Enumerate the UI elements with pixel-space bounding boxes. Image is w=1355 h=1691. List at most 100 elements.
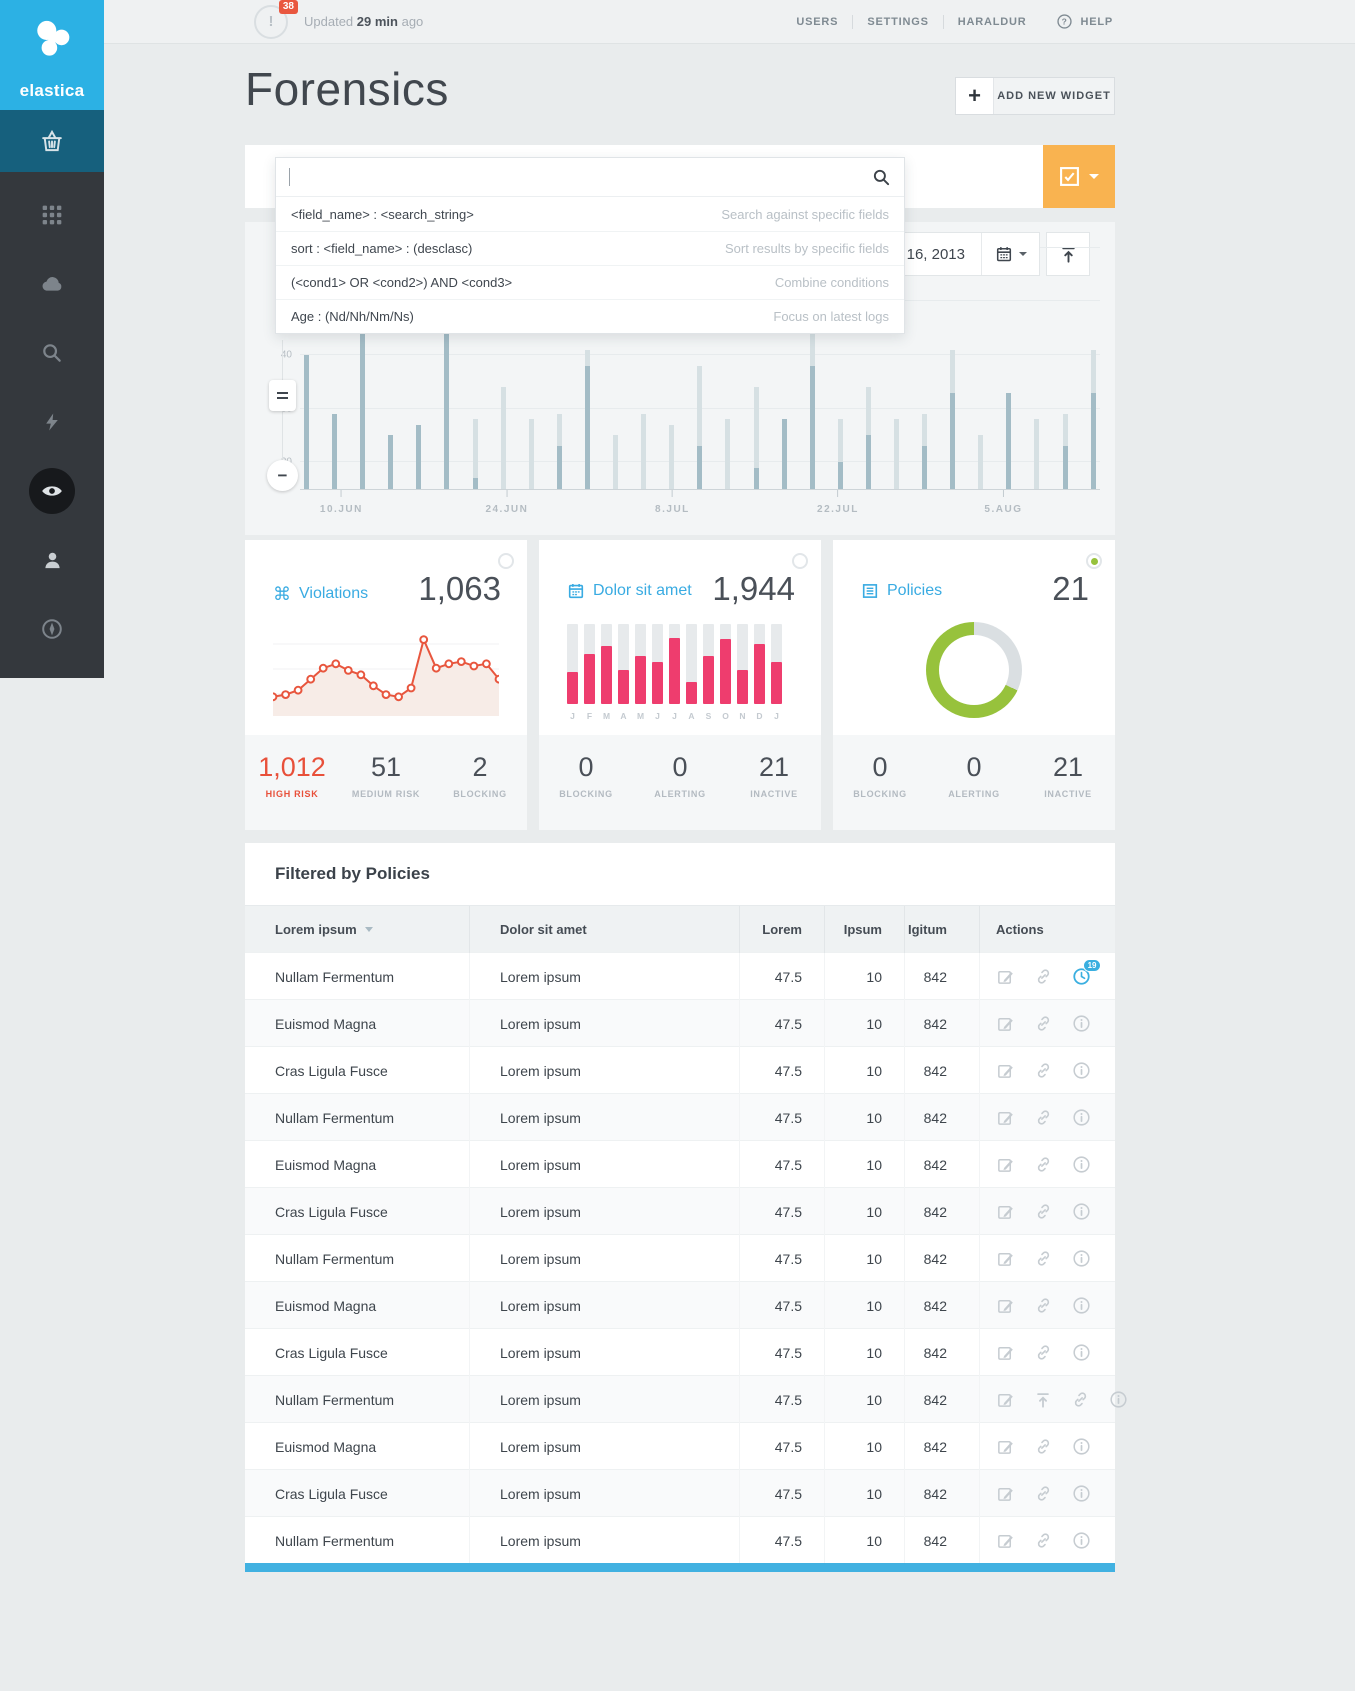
link-action-button[interactable] [1034, 1202, 1053, 1221]
search-suggestion[interactable]: <field_name> : <search_string>Search aga… [276, 197, 904, 231]
edit-action-button[interactable] [996, 1202, 1015, 1221]
calendar-dropdown[interactable] [981, 233, 1039, 275]
row-igitum: 842 [905, 1376, 980, 1423]
month-label: A [686, 711, 697, 721]
row-desc: Lorem ipsum [470, 1000, 740, 1047]
month-bar-track [567, 624, 578, 704]
info-action-button[interactable] [1072, 1437, 1091, 1456]
link-action-button[interactable] [1034, 1343, 1053, 1362]
edit-action-button[interactable] [996, 967, 1015, 986]
stat-inactive: 21INACTIVE [727, 752, 821, 830]
bar-segment-dark [304, 355, 309, 489]
info-action-button[interactable] [1072, 1202, 1091, 1221]
info-action-button[interactable] [1072, 1484, 1091, 1503]
info-action-button[interactable] [1072, 1249, 1091, 1268]
sidebar-item-eye[interactable] [29, 468, 75, 514]
updated-status: Updated 29 min ago [304, 14, 423, 29]
row-actions [980, 1517, 1115, 1564]
topbar-link-settings[interactable]: SETTINGS [867, 16, 928, 28]
edit-action-button[interactable] [996, 1014, 1015, 1033]
link-action-button[interactable] [1034, 1484, 1053, 1503]
search-suggestion[interactable]: sort : <field_name> : (desclasc)Sort res… [276, 231, 904, 265]
link-action-button[interactable] [1034, 1437, 1053, 1456]
sidebar-item-search[interactable] [29, 330, 75, 376]
export-action-button[interactable] [1034, 1391, 1052, 1409]
link-action-button[interactable] [1071, 1390, 1090, 1409]
edit-action-button[interactable] [996, 1155, 1015, 1174]
link-action-button[interactable] [1034, 1061, 1053, 1080]
row-lorem: 47.5 [740, 1047, 825, 1094]
stat-label: INACTIVE [1021, 789, 1115, 799]
info-action-button[interactable] [1072, 1296, 1091, 1315]
help-button[interactable]: ?HELP [1056, 13, 1113, 30]
alert-count-badge: 38 [279, 0, 298, 14]
person-icon [42, 550, 63, 571]
link-action-button[interactable] [1034, 967, 1053, 986]
row-igitum: 842 [905, 1329, 980, 1376]
topbar-link-haraldur[interactable]: HARALDUR [958, 16, 1027, 28]
link-action-button[interactable] [1034, 1014, 1053, 1033]
info-action-button[interactable] [1072, 1155, 1091, 1174]
search-suggestion[interactable]: (<cond1> OR <cond2>) AND <cond3>Combine … [276, 265, 904, 299]
row-desc: Lorem ipsum [470, 1470, 740, 1517]
search-input[interactable] [276, 158, 904, 197]
brand-logo[interactable]: elastica [0, 0, 104, 110]
widget-radio[interactable] [792, 553, 808, 569]
topbar-link-users[interactable]: USERS [796, 16, 838, 28]
filter-action-button[interactable] [1043, 145, 1115, 208]
bar-segment-light [557, 414, 562, 446]
link-action-button[interactable] [1034, 1249, 1053, 1268]
sidebar-item-compass[interactable] [29, 606, 75, 652]
month-bar-fill [669, 638, 680, 704]
sidebar-item-bolt[interactable] [29, 399, 75, 445]
month-bar-fill [771, 662, 782, 704]
column-header-lorem-ipsum[interactable]: Lorem ipsum [245, 906, 470, 953]
info-action-button[interactable] [1109, 1390, 1128, 1409]
timeline-bar [950, 350, 955, 489]
list-icon [861, 582, 879, 600]
sidebar-item-cloud[interactable] [29, 261, 75, 307]
link-action-button[interactable] [1034, 1531, 1053, 1550]
alerts-button[interactable]: ! 38 [254, 5, 288, 39]
search-suggestion[interactable]: Age : (Nd/Nh/Nm/Ns)Focus on latest logs [276, 299, 904, 333]
info-action-button[interactable] [1072, 1014, 1091, 1033]
link-action-button[interactable] [1034, 1155, 1053, 1174]
zoom-slider-handle[interactable] [269, 380, 296, 411]
edit-action-button[interactable] [996, 1531, 1015, 1550]
edit-action-button[interactable] [996, 1437, 1015, 1456]
link-action-button[interactable] [1034, 1108, 1053, 1127]
info-action-button[interactable] [1072, 1108, 1091, 1127]
footer-strip [245, 1563, 1115, 1572]
zoom-out-button[interactable]: − [267, 460, 298, 491]
edit-action-button[interactable] [996, 1108, 1015, 1127]
clock-action-button[interactable]: 19 [1072, 967, 1091, 986]
edit-action-button[interactable] [996, 1484, 1015, 1503]
row-name: Nullam Fermentum [245, 1517, 470, 1564]
sidebar-item-person[interactable] [29, 537, 75, 583]
widget-radio-selected[interactable] [1086, 553, 1102, 569]
row-actions [980, 1047, 1115, 1094]
table-row: Euismod MagnaLorem ipsum47.510842 [245, 1422, 1115, 1469]
edit-action-button[interactable] [996, 1296, 1015, 1315]
link-action-button[interactable] [1034, 1296, 1053, 1315]
stat-label: MEDIUM RISK [339, 789, 433, 799]
edit-action-button[interactable] [996, 1343, 1015, 1362]
edit-action-button[interactable] [996, 1390, 1015, 1409]
add-new-widget-button[interactable]: + ADD NEW WIDGET [955, 77, 1115, 115]
edit-action-button[interactable] [996, 1249, 1015, 1268]
violations-title: ⌘ Violations [273, 585, 368, 603]
sidebar-item-grid[interactable] [29, 192, 75, 238]
info-action-button[interactable] [1072, 1531, 1091, 1550]
month-bar-track [703, 624, 714, 704]
stat-alerting: 0ALERTING [927, 752, 1021, 830]
info-action-button[interactable] [1072, 1343, 1091, 1362]
row-desc: Lorem ipsum [470, 1423, 740, 1470]
bar-segment-dark [332, 414, 337, 489]
table-row: Nullam FermentumLorem ipsum47.51084219 [245, 952, 1115, 999]
edit-action-button[interactable] [996, 1061, 1015, 1080]
search-icon[interactable] [872, 168, 891, 187]
info-action-button[interactable] [1072, 1061, 1091, 1080]
sidebar-item-basket[interactable] [0, 110, 104, 172]
widget-radio[interactable] [498, 553, 514, 569]
row-name: Cras Ligula Fusce [245, 1470, 470, 1517]
